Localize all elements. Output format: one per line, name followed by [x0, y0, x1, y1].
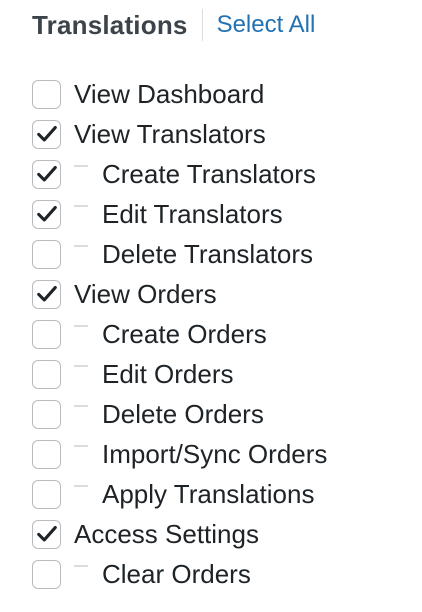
permission-label: Delete Orders — [102, 398, 264, 429]
permission-row-apply-translations[interactable]: Apply Translations — [32, 474, 327, 514]
child-indent-dash — [74, 565, 88, 567]
permission-label: Edit Orders — [102, 358, 234, 389]
checkbox-view-dashboard[interactable] — [32, 79, 61, 109]
header-divider — [201, 9, 203, 41]
child-indent-dash — [74, 445, 88, 447]
permission-list: View Dashboard View Translators Create Tra… — [32, 74, 327, 594]
permission-label: View Orders — [74, 278, 217, 309]
checkmark-icon — [36, 526, 57, 542]
permission-label: Delete Translators — [102, 238, 313, 269]
permission-label: Create Orders — [102, 318, 267, 349]
checkbox-clear-orders[interactable] — [32, 559, 61, 589]
permission-row-view-orders[interactable]: View Orders — [32, 274, 327, 314]
permission-label: View Dashboard — [74, 78, 265, 109]
permission-label: Import/Sync Orders — [102, 438, 328, 469]
permission-row-delete-orders[interactable]: Delete Orders — [32, 394, 327, 434]
checkbox-view-translators[interactable] — [32, 119, 61, 149]
permission-label: Create Translators — [102, 158, 316, 189]
permission-row-view-translators[interactable]: View Translators — [32, 114, 327, 154]
checkmark-icon — [36, 126, 57, 142]
permission-row-view-dashboard[interactable]: View Dashboard — [32, 74, 327, 114]
checkbox-edit-translators[interactable] — [32, 199, 61, 229]
permission-row-access-settings[interactable]: Access Settings — [32, 514, 327, 554]
permission-row-import-sync-orders[interactable]: Import/Sync Orders — [32, 434, 327, 474]
child-indent-dash — [74, 405, 88, 407]
permissions-header: Translations Select All — [32, 8, 315, 42]
checkbox-apply-translations[interactable] — [32, 479, 61, 509]
permission-label: View Translators — [74, 118, 266, 149]
permission-label: Access Settings — [74, 518, 259, 549]
checkbox-access-settings[interactable] — [32, 519, 61, 549]
permission-row-edit-orders[interactable]: Edit Orders — [32, 354, 327, 394]
permission-row-edit-translators[interactable]: Edit Translators — [32, 194, 327, 234]
section-title: Translations — [32, 9, 188, 40]
child-indent-dash — [74, 365, 88, 367]
permission-label: Apply Translations — [102, 478, 315, 509]
checkmark-icon — [36, 166, 57, 182]
checkbox-create-orders[interactable] — [32, 319, 61, 349]
checkmark-icon — [36, 206, 57, 222]
child-indent-dash — [74, 245, 88, 247]
checkbox-create-translators[interactable] — [32, 159, 61, 189]
select-all-link[interactable]: Select All — [217, 11, 316, 39]
permission-row-create-orders[interactable]: Create Orders — [32, 314, 327, 354]
checkbox-delete-orders[interactable] — [32, 399, 61, 429]
checkmark-icon — [36, 286, 57, 302]
child-indent-dash — [74, 485, 88, 487]
checkbox-view-orders[interactable] — [32, 279, 61, 309]
child-indent-dash — [74, 165, 88, 167]
checkbox-import-sync-orders[interactable] — [32, 439, 61, 469]
permission-row-delete-translators[interactable]: Delete Translators — [32, 234, 327, 274]
permission-label: Edit Translators — [102, 198, 283, 229]
checkbox-edit-orders[interactable] — [32, 359, 61, 389]
permission-row-create-translators[interactable]: Create Translators — [32, 154, 327, 194]
child-indent-dash — [74, 205, 88, 207]
permission-row-clear-orders[interactable]: Clear Orders — [32, 554, 327, 594]
child-indent-dash — [74, 325, 88, 327]
permission-label: Clear Orders — [102, 558, 251, 589]
checkbox-delete-translators[interactable] — [32, 239, 61, 269]
